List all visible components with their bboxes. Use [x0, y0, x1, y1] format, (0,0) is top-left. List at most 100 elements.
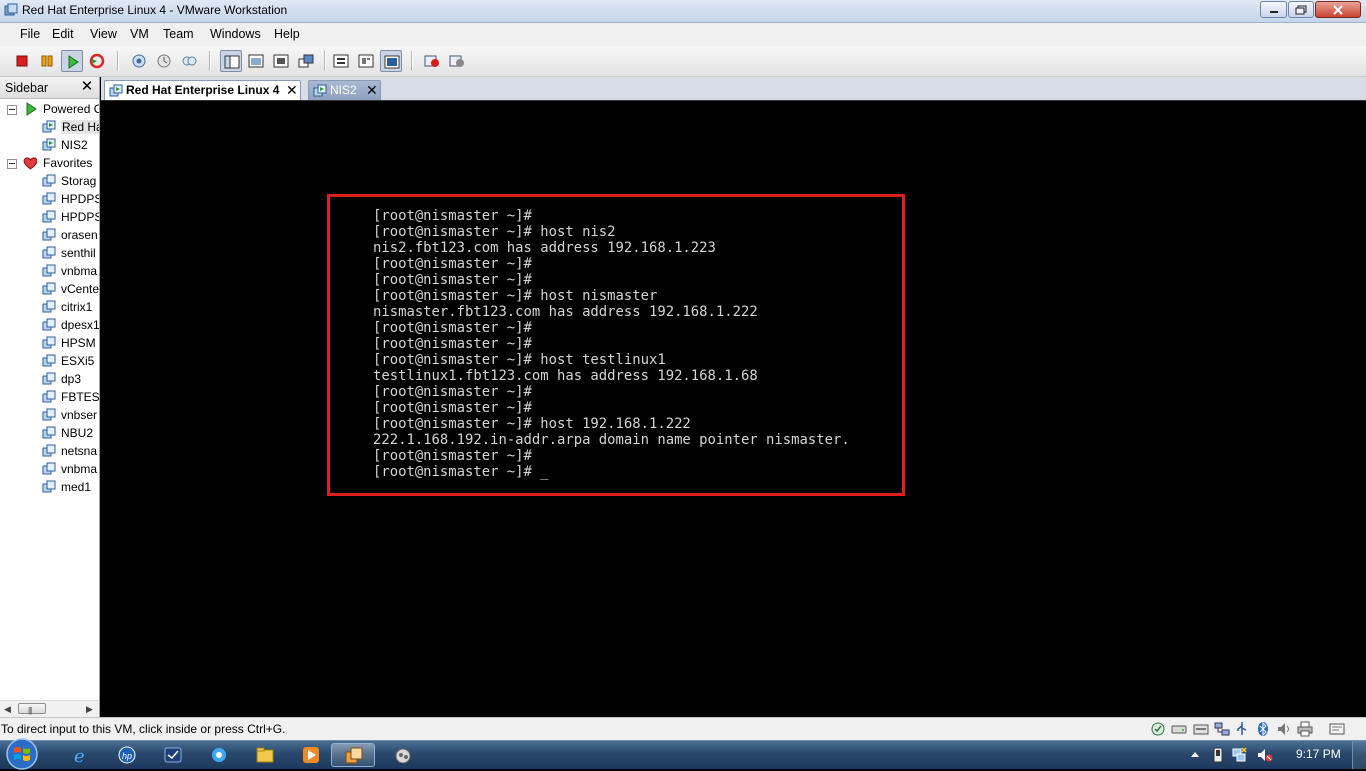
- show-hidden-icons[interactable]: [1190, 750, 1200, 758]
- tree-item-vm[interactable]: dpesx1: [0, 316, 99, 334]
- menu-file[interactable]: File: [20, 27, 40, 41]
- device-icon[interactable]: [1212, 747, 1224, 763]
- menu-view[interactable]: View: [90, 27, 117, 41]
- taskbar-outlook[interactable]: [151, 743, 195, 767]
- tree-item-label: senthil: [61, 246, 96, 260]
- outlook-icon: [164, 747, 182, 763]
- show-sidebar-button[interactable]: [220, 50, 242, 72]
- collapse-icon[interactable]: [7, 159, 17, 169]
- taskbar-hp[interactable]: hp: [105, 743, 149, 767]
- power-on-icon: [68, 55, 79, 69]
- taskbar-explorer[interactable]: [243, 743, 287, 767]
- tree-item-vm[interactable]: Storag: [0, 172, 99, 190]
- menu-windows[interactable]: Windows: [210, 27, 261, 41]
- taskbar-network-app[interactable]: [381, 743, 425, 767]
- printer-icon[interactable]: [1297, 721, 1313, 737]
- hard-disk-icon[interactable]: [1171, 721, 1187, 737]
- menu-edit[interactable]: Edit: [52, 27, 74, 41]
- reset-button[interactable]: [86, 50, 108, 72]
- network-icon[interactable]: [1214, 721, 1230, 737]
- tree-item-vm[interactable]: vnbser: [0, 406, 99, 424]
- menu-help[interactable]: Help: [274, 27, 300, 41]
- taskbar-media-player[interactable]: [289, 743, 333, 767]
- sound-icon[interactable]: [1276, 721, 1292, 737]
- vm-icon: [42, 354, 56, 367]
- full-screen-button[interactable]: [270, 50, 292, 72]
- cd-rom-icon[interactable]: [1193, 721, 1209, 737]
- console-view-button[interactable]: [380, 50, 402, 72]
- taskbar-internet-explorer[interactable]: e: [59, 743, 103, 767]
- tree-item-vm[interactable]: NIS2: [0, 136, 99, 154]
- terminal-line: nis2.fbt123.com has address 192.168.1.22…: [373, 240, 716, 256]
- tree-item-vm[interactable]: med1: [0, 478, 99, 496]
- tree-item-vm[interactable]: vnbma: [0, 262, 99, 280]
- minimize-button[interactable]: [1260, 1, 1287, 18]
- volume-muted-icon[interactable]: [1257, 747, 1273, 763]
- tab-nis2[interactable]: NIS2 ✕: [308, 80, 381, 100]
- snapshot-button[interactable]: [128, 50, 150, 72]
- vmware-app-icon: [4, 3, 18, 16]
- tree-item-vm[interactable]: NBU2: [0, 424, 99, 442]
- vm-console[interactable]: [root@nismaster ~]# [root@nismaster ~]# h…: [101, 101, 1366, 716]
- windows-taskbar: e hp 9:17 PM: [0, 737, 1366, 771]
- tab-strip: Red Hat Enterprise Linux 4 ✕ NIS2 ✕: [101, 77, 1366, 102]
- full-screen-icon: [273, 54, 289, 68]
- terminal-line: 222.1.168.192.in-addr.arpa domain name p…: [373, 432, 850, 448]
- power-on-button[interactable]: [61, 50, 83, 72]
- sidebar-close-button[interactable]: ✕: [80, 78, 94, 95]
- tab-close-button[interactable]: ✕: [366, 82, 378, 98]
- record-button[interactable]: [421, 50, 443, 72]
- tree-item-label: orasen: [61, 228, 98, 242]
- scroll-right-icon[interactable]: ▶: [86, 704, 93, 715]
- tree-item-vm[interactable]: HPDPS: [0, 190, 99, 208]
- menu-team[interactable]: Team: [163, 27, 194, 41]
- suspend-button[interactable]: [36, 50, 58, 72]
- scroll-left-icon[interactable]: ◀: [4, 704, 11, 715]
- start-button[interactable]: [2, 737, 42, 771]
- scrollbar-thumb[interactable]: |||: [18, 703, 46, 715]
- collapse-icon[interactable]: [7, 105, 17, 115]
- clock[interactable]: 9:17 PM: [1296, 747, 1341, 761]
- tree-item-vm[interactable]: ESXi5: [0, 352, 99, 370]
- tree-group-favorites[interactable]: Favorites: [0, 154, 99, 172]
- status-bar: To direct input to this VM, click inside…: [0, 717, 1366, 740]
- quick-switch-button[interactable]: [245, 50, 267, 72]
- bluetooth-icon[interactable]: [1255, 721, 1271, 737]
- tree-item-vm[interactable]: vCente: [0, 280, 99, 298]
- usb-icon[interactable]: [1234, 721, 1250, 737]
- show-desktop-button[interactable]: [1352, 741, 1366, 769]
- tree-item-vm[interactable]: senthil: [0, 244, 99, 262]
- tree-group-powered-on[interactable]: Powered O: [0, 100, 99, 118]
- terminal-line: [root@nismaster ~]#: [373, 400, 532, 416]
- tree-item-vm[interactable]: HPSM: [0, 334, 99, 352]
- tree-item-vm[interactable]: HPDPS: [0, 208, 99, 226]
- message-icon[interactable]: [1329, 721, 1345, 737]
- tree-item-vm[interactable]: citrix1: [0, 298, 99, 316]
- tree-item-vm[interactable]: vnbma: [0, 460, 99, 478]
- tab-close-button[interactable]: ✕: [286, 82, 298, 98]
- tree-item-vm[interactable]: dp3: [0, 370, 99, 388]
- tree-item-vm[interactable]: Red Ha: [0, 118, 99, 136]
- summary-button[interactable]: [330, 50, 352, 72]
- tree-item-vm[interactable]: FBTES1: [0, 388, 99, 406]
- revert-snapshot-button[interactable]: [153, 50, 175, 72]
- tab-red-hat-enterprise-linux-4[interactable]: Red Hat Enterprise Linux 4 ✕: [104, 80, 301, 100]
- snapshot-manager-button[interactable]: [178, 50, 200, 72]
- replay-button[interactable]: [446, 50, 468, 72]
- sidebar-horizontal-scrollbar[interactable]: ◀ ||| ▶: [0, 700, 99, 717]
- power-off-button[interactable]: [11, 50, 33, 72]
- vm-icon: [42, 264, 56, 277]
- terminal-line: testlinux1.fbt123.com has address 192.16…: [373, 368, 758, 384]
- tree-item-vm[interactable]: netsna: [0, 442, 99, 460]
- taskbar-vmware-workstation[interactable]: [331, 743, 375, 767]
- network-tray-icon[interactable]: [1231, 747, 1247, 763]
- taskbar-browser[interactable]: [197, 743, 241, 767]
- console-view-icon: [384, 55, 400, 69]
- tree-item-vm[interactable]: orasen: [0, 226, 99, 244]
- vmware-tools-icon[interactable]: [1150, 721, 1166, 737]
- close-button[interactable]: [1315, 1, 1361, 18]
- maximize-button[interactable]: [1288, 1, 1314, 18]
- appliance-view-button[interactable]: [355, 50, 377, 72]
- menu-vm[interactable]: VM: [130, 27, 149, 41]
- unity-button[interactable]: [295, 50, 317, 72]
